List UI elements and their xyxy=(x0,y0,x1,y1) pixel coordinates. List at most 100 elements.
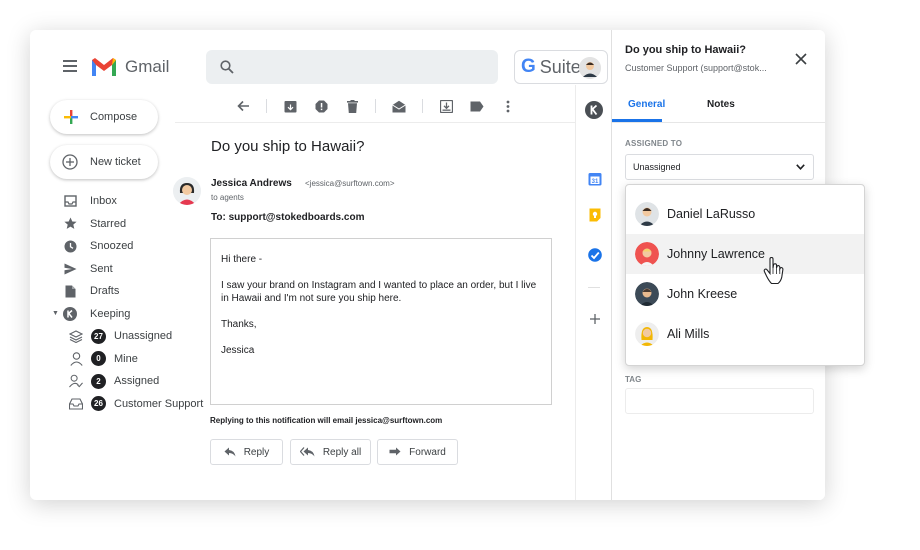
sidebar-item-label: Unassigned xyxy=(114,330,173,343)
search-icon xyxy=(220,60,234,74)
sidebar-nav: Inbox Starred Snoozed Sent Drafts ▼ Keep… xyxy=(30,190,205,415)
sender-name: Jessica Andrews xyxy=(211,178,292,189)
addon-strip: 31 xyxy=(575,85,611,500)
assignee-name: Daniel LaRusso xyxy=(667,207,756,221)
report-spam-icon[interactable] xyxy=(313,98,329,114)
sidebar-subitem-unassigned[interactable]: 27 Unassigned xyxy=(30,325,205,348)
email-toolbar xyxy=(235,98,531,114)
compose-label: Compose xyxy=(90,111,138,123)
sidebar-item-label: Starred xyxy=(90,217,127,230)
archive-icon[interactable] xyxy=(282,98,298,114)
tag-input[interactable] xyxy=(625,388,814,414)
sidebar-item-keeping[interactable]: ▼ Keeping xyxy=(30,303,205,326)
count-badge: 2 xyxy=(91,373,106,389)
collapse-caret-icon[interactable]: ▼ xyxy=(52,310,59,317)
close-icon[interactable] xyxy=(795,52,807,65)
reply-all-button[interactable]: Reply all xyxy=(290,439,371,465)
reply-button[interactable]: Reply xyxy=(210,439,283,465)
addon-divider xyxy=(588,287,600,288)
assignee-select-value: Unassigned xyxy=(633,162,681,172)
new-ticket-button[interactable]: New ticket xyxy=(50,145,158,179)
keeping-addon-icon[interactable] xyxy=(585,101,603,119)
tabs-divider xyxy=(612,122,825,123)
keep-icon[interactable] xyxy=(588,208,602,222)
count-badge: 26 xyxy=(91,396,106,412)
assignee-option[interactable]: John Kreese xyxy=(626,274,864,314)
hand-cursor-icon xyxy=(763,256,785,285)
forward-icon xyxy=(389,447,401,456)
sidebar-item-label: Inbox xyxy=(90,195,117,208)
email-body: Hi there - I saw your brand on Instagram… xyxy=(210,238,552,405)
panel-subtitle: Customer Support (support@stok... xyxy=(625,63,767,73)
body-signature: Jessica xyxy=(221,345,255,356)
sidebar-item-label: Assigned xyxy=(114,375,160,388)
recipient-summary[interactable]: to agents xyxy=(211,193,244,202)
new-ticket-label: New ticket xyxy=(90,156,141,168)
more-vert-icon[interactable] xyxy=(500,98,516,114)
draft-icon xyxy=(63,284,77,298)
clock-icon xyxy=(63,239,77,253)
gmail-logo[interactable]: Gmail xyxy=(91,57,169,77)
body-paragraph: I saw your brand on Instagram and I want… xyxy=(221,280,537,304)
reply-label: Reply xyxy=(243,446,270,458)
sidebar-subitem-mine[interactable]: 0 Mine xyxy=(30,348,205,371)
sender-email: <jessica@surftown.com> xyxy=(305,179,395,188)
back-arrow-icon[interactable] xyxy=(235,98,251,114)
sidebar-item-starred[interactable]: Starred xyxy=(30,213,205,236)
avatar xyxy=(635,202,659,226)
gmail-m-icon xyxy=(92,58,116,76)
gsuite-account-chip[interactable]: G Suite xyxy=(514,50,608,84)
avatar xyxy=(635,322,659,346)
tasks-icon[interactable] xyxy=(588,248,602,262)
trash-icon[interactable] xyxy=(344,98,360,114)
compose-button[interactable]: Compose xyxy=(50,100,158,134)
toolbar-divider-line xyxy=(175,122,575,123)
main-menu-icon[interactable] xyxy=(63,60,77,72)
assignee-select[interactable]: Unassigned xyxy=(625,154,814,180)
keeping-logo-icon xyxy=(63,306,77,321)
sidebar-subitem-assigned[interactable]: 2 Assigned xyxy=(30,370,205,393)
count-badge: 27 xyxy=(91,328,106,344)
sender-avatar xyxy=(173,177,201,205)
assignee-name: Johnny Lawrence xyxy=(667,247,765,261)
reply-all-label: Reply all xyxy=(322,446,362,458)
tray-icon xyxy=(69,397,83,411)
svg-text:31: 31 xyxy=(592,179,599,185)
sidebar-item-sent[interactable]: Sent xyxy=(30,258,205,281)
add-addon-icon[interactable] xyxy=(588,312,602,326)
reply-icon xyxy=(224,447,236,457)
panel-title: Do you ship to Hawaii? xyxy=(625,44,747,56)
assigned-to-label: ASSIGNED TO xyxy=(625,139,683,148)
send-icon xyxy=(63,262,77,276)
reply-notice: Replying to this notification will email… xyxy=(210,416,443,425)
move-to-icon[interactable] xyxy=(438,98,454,114)
sidebar-item-label: Customer Support xyxy=(114,397,204,410)
forward-button[interactable]: Forward xyxy=(377,439,458,465)
sidebar-item-label: Sent xyxy=(90,262,113,275)
tab-general[interactable]: General xyxy=(628,99,665,110)
plus-circle-icon xyxy=(62,154,78,170)
body-greeting: Hi there - xyxy=(221,254,263,265)
layers-icon xyxy=(69,329,83,343)
reply-all-icon xyxy=(299,447,315,457)
forward-label: Forward xyxy=(409,446,446,458)
assignee-option[interactable]: Ali Mills xyxy=(626,314,864,354)
sidebar-item-snoozed[interactable]: Snoozed xyxy=(30,235,205,258)
search-bar[interactable] xyxy=(206,50,498,84)
star-icon xyxy=(63,217,77,231)
gmail-wordmark: Gmail xyxy=(125,57,170,76)
account-avatar[interactable] xyxy=(579,57,601,79)
assignee-option[interactable]: Johnny Lawrence xyxy=(626,234,864,274)
sidebar-item-drafts[interactable]: Drafts xyxy=(30,280,205,303)
count-badge: 0 xyxy=(91,351,106,367)
avatar xyxy=(635,242,659,266)
mark-unread-icon[interactable] xyxy=(391,98,407,114)
body-closing: Thanks, xyxy=(221,319,257,330)
to-line: To: support@stokedboards.com xyxy=(211,212,365,223)
sidebar-subitem-customer-support[interactable]: 26 Customer Support xyxy=(30,393,205,416)
tab-notes[interactable]: Notes xyxy=(707,99,735,110)
assignee-option[interactable]: Daniel LaRusso xyxy=(626,194,864,234)
label-icon[interactable] xyxy=(469,98,485,114)
plus-multicolor-icon xyxy=(64,110,78,124)
calendar-icon[interactable]: 31 xyxy=(588,172,602,186)
